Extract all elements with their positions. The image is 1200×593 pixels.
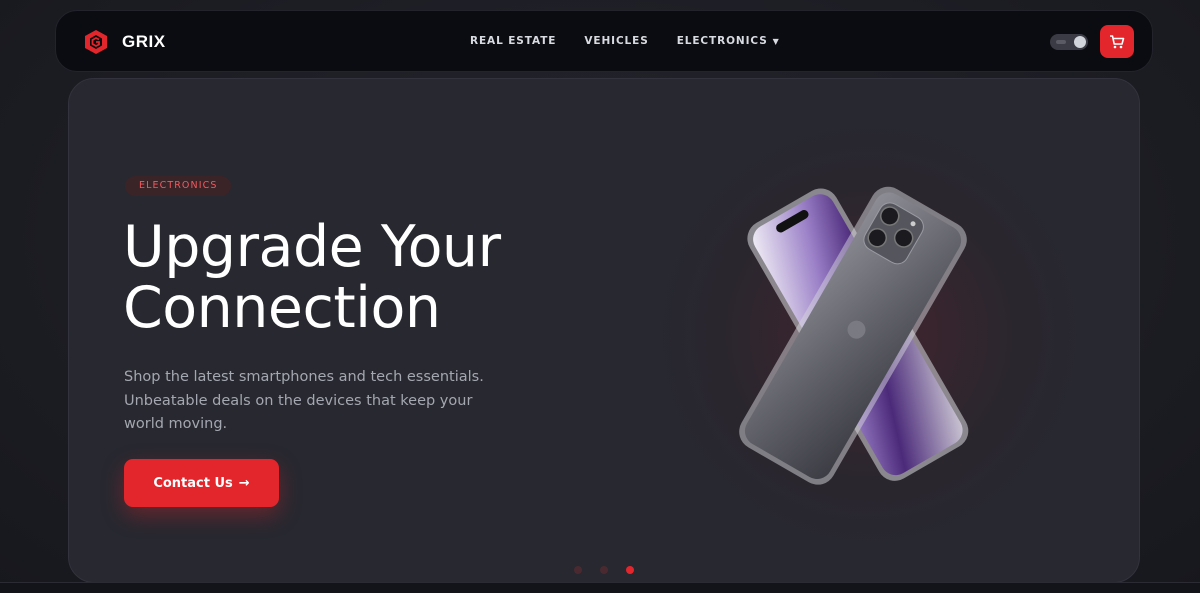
nav-link-real-estate[interactable]: REAL ESTATE [470,35,556,47]
brand-name: GRIX [122,32,166,51]
slide-dot[interactable] [574,566,582,574]
toggle-switch-icon [1056,40,1066,44]
nav-link-vehicles[interactable]: VEHICLES [584,35,648,47]
toggle-knob [1074,36,1086,48]
nav-link-electronics[interactable]: ELECTRONICS ▼ [677,35,780,47]
hero-description: Shop the latest smartphones and tech ess… [124,369,484,432]
nav-link-label: ELECTRONICS [676,35,768,47]
cart-button[interactable] [1100,25,1134,58]
arrow-right-icon: → [238,475,250,491]
smartphone-pair-image [739,186,969,485]
shopping-cart-icon [1110,34,1125,48]
top-navbar: GRIX REAL ESTATE VEHICLES ELECTRONICS ▼ [55,10,1153,72]
hero-banner: ELECTRONICS Upgrade Your Connection Shop… [68,78,1140,583]
slide-dot[interactable] [600,566,608,574]
chevron-down-icon: ▼ [772,36,780,46]
main-nav: REAL ESTATE VEHICLES ELECTRONICS ▼ [470,35,780,47]
bottom-strip [0,582,1200,593]
cta-label: Contact Us [153,475,233,491]
hero-headline: Upgrade Your Connection [123,214,501,341]
grix-logo-icon [85,30,107,54]
nav-link-label: VEHICLES [584,35,649,47]
brand[interactable]: GRIX [84,29,166,55]
category-badge: ELECTRONICS [125,176,232,196]
nav-link-label: REAL ESTATE [470,35,557,47]
slide-dot-active[interactable] [626,566,634,574]
contact-us-button[interactable]: Contact Us → [124,459,279,507]
slide-indicators [574,566,634,574]
theme-toggle[interactable] [1050,34,1088,50]
